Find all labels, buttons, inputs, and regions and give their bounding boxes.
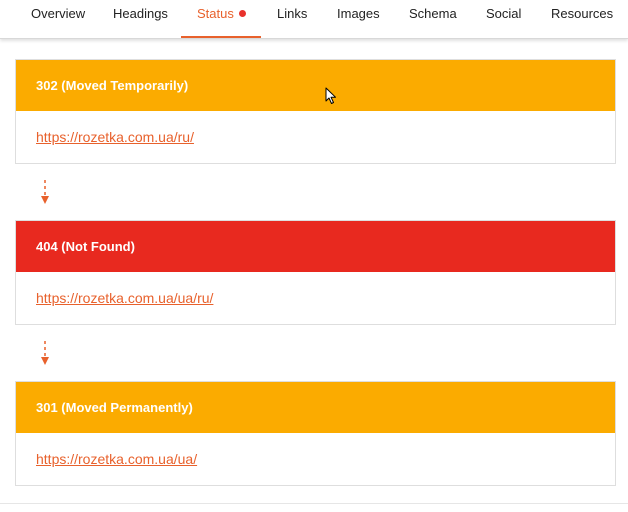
tab-social[interactable]: Social	[486, 0, 521, 38]
tab-schema-label: Schema	[409, 6, 457, 21]
tab-status[interactable]: Status	[181, 0, 261, 38]
tab-status-label: Status	[197, 6, 234, 21]
redirect-url-row: https://rozetka.com.ua/ru/	[16, 111, 615, 163]
status-header: 404 (Not Found)	[16, 221, 615, 272]
tab-social-label: Social	[486, 6, 522, 21]
redirect-url-link[interactable]: https://rozetka.com.ua/ru/	[36, 129, 194, 145]
redirect-url-row: https://rozetka.com.ua/ua/	[16, 433, 615, 485]
tab-bar: Overview Headings Status Links Images Sc…	[0, 0, 628, 39]
status-header: 302 (Moved Temporarily)	[16, 60, 615, 111]
status-header: 301 (Moved Permanently)	[16, 382, 615, 433]
tab-resources-label: Resources	[551, 6, 614, 21]
active-tab-underline	[181, 36, 261, 38]
redirect-card: 302 (Moved Temporarily) https://rozetka.…	[15, 59, 616, 164]
tab-resources[interactable]: Resources	[551, 0, 613, 38]
tab-overview[interactable]: Overview	[31, 0, 85, 38]
redirect-url-link[interactable]: https://rozetka.com.ua/ua/ru/	[36, 290, 213, 306]
status-code-label: 302 (Moved Temporarily)	[36, 78, 189, 93]
redirect-url-row: https://rozetka.com.ua/ua/ru/	[16, 272, 615, 324]
tab-links[interactable]: Links	[277, 0, 307, 38]
mouse-cursor-icon	[325, 87, 336, 104]
status-code-label: 404 (Not Found)	[36, 239, 135, 254]
arrow-down-icon	[41, 180, 49, 204]
tab-headings[interactable]: Headings	[113, 0, 168, 38]
tab-links-label: Links	[277, 6, 308, 21]
tab-images-label: Images	[337, 6, 380, 21]
tab-overview-label: Overview	[31, 6, 86, 21]
arrow-down-icon	[41, 341, 49, 365]
redirect-card: 404 (Not Found) https://rozetka.com.ua/u…	[15, 220, 616, 325]
redirect-card: 301 (Moved Permanently) https://rozetka.…	[15, 381, 616, 486]
status-indicator-dot	[238, 10, 246, 17]
tab-schema[interactable]: Schema	[409, 0, 457, 38]
bottom-divider	[0, 503, 628, 504]
tab-headings-label: Headings	[113, 6, 168, 21]
tab-images[interactable]: Images	[337, 0, 380, 38]
status-code-label: 301 (Moved Permanently)	[36, 400, 193, 415]
redirect-url-link[interactable]: https://rozetka.com.ua/ua/	[36, 451, 197, 467]
